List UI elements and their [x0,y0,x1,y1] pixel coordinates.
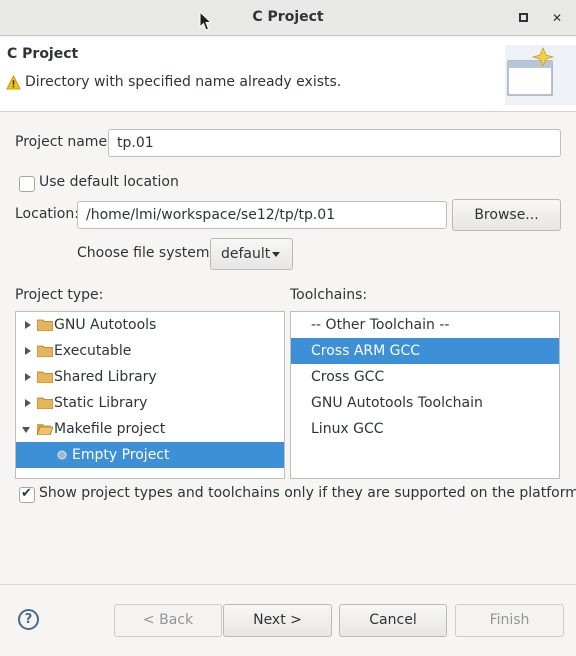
expand-arrow-icon[interactable] [25,399,31,407]
footer-divider [0,584,576,585]
folder-icon [37,397,53,409]
tree-item-label: Executable [54,343,132,359]
expand-arrow-icon[interactable] [25,373,31,381]
tree-item-label: GNU Autotools [54,317,157,333]
project-type-label: Project type: [15,287,104,303]
browse-button[interactable]: Browse... [452,199,561,231]
warning-icon [6,75,21,90]
help-icon[interactable]: ? [18,609,39,630]
toolchain-item-label: Linux GCC [311,421,384,437]
folder-icon [37,345,53,357]
toolchain-item-label: Cross GCC [311,369,385,385]
toolchain-item[interactable]: Cross GCC [291,364,559,390]
toolchain-item[interactable]: Cross ARM GCC [291,338,559,364]
open-folder-icon [37,424,53,435]
toolchain-item-label: GNU Autotools Toolchain [311,395,483,411]
mouse-cursor-icon [199,11,213,31]
expand-arrow-icon[interactable] [25,347,31,355]
tree-item-static-library[interactable]: Static Library [16,390,284,416]
title-bar: C Project ✕ [0,0,576,36]
project-icon [57,450,67,460]
window-title: C Project [252,9,324,25]
toolchain-item-label: Cross ARM GCC [311,343,421,359]
wizard-message: Directory with specified name already ex… [25,74,342,90]
toolchain-item[interactable]: GNU Autotools Toolchain [291,390,559,416]
tree-item-gnu-autotools[interactable]: GNU Autotools [16,312,284,338]
show-supported-label: Show project types and toolchains only i… [39,485,576,501]
show-supported-checkbox[interactable] [19,486,35,503]
tree-item-label: Static Library [54,395,148,411]
tree-item-makefile-project[interactable]: Makefile project [16,416,284,442]
back-button[interactable]: < Back [114,604,222,637]
toolchains-label: Toolchains: [290,287,368,303]
use-default-location-checkbox[interactable] [19,176,35,192]
project-name-label: Project name: [15,134,112,150]
tree-item-shared-library[interactable]: Shared Library [16,364,284,390]
tree-item-executable[interactable]: Executable [16,338,284,364]
file-system-label: Choose file system: [77,245,215,261]
tree-item-label: Empty Project [72,447,170,463]
collapse-arrow-icon[interactable] [22,427,30,433]
expand-arrow-icon[interactable] [25,321,31,329]
project-name-input[interactable]: tp.01 [108,129,561,157]
next-button[interactable]: Next > [223,604,332,637]
toolchain-item[interactable]: -- Other Toolchain -- [291,312,559,338]
maximize-icon[interactable] [514,9,532,27]
tree-item-label: Shared Library [54,369,157,385]
close-icon[interactable]: ✕ [548,9,566,27]
project-type-tree[interactable]: GNU Autotools Executable Shared Library … [15,311,285,479]
folder-icon [37,319,53,331]
tree-item-empty-project[interactable]: Empty Project [16,442,284,468]
wizard-header: C Project Directory with specified name … [0,37,576,112]
cancel-button[interactable]: Cancel [339,604,447,637]
toolchains-list[interactable]: -- Other Toolchain -- Cross ARM GCC Cros… [290,311,560,479]
tree-item-label: Makefile project [54,421,166,437]
finish-button[interactable]: Finish [455,604,564,637]
wizard-banner-icon [505,45,576,105]
file-system-dropdown[interactable]: default [210,238,293,270]
file-system-value: default [221,246,271,262]
folder-icon [37,371,53,383]
toolchain-item[interactable]: Linux GCC [291,416,559,442]
chevron-down-icon [272,252,280,257]
wizard-title: C Project [7,46,79,62]
use-default-location-label: Use default location [39,174,179,190]
location-label: Location: [15,206,79,222]
location-input[interactable]: /home/lmi/workspace/se12/tp/tp.01 [77,201,447,229]
toolchain-item-label: -- Other Toolchain -- [311,317,450,333]
